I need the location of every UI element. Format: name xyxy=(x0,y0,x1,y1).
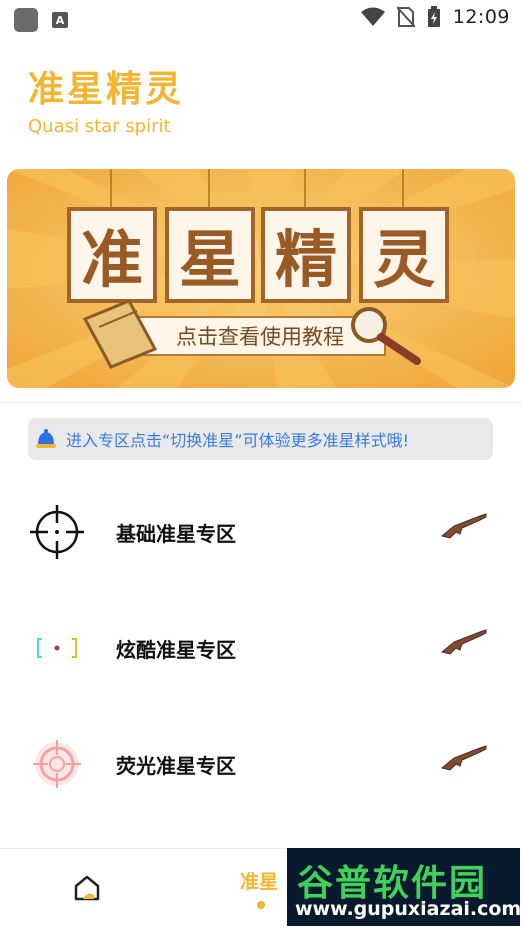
crosshair-cool-icon xyxy=(37,638,77,658)
app-notification-icon xyxy=(14,8,38,32)
banner-art: 准 星 精 灵 点击查看使用教程 xyxy=(7,169,515,388)
status-bar: A 12:09 xyxy=(0,0,522,36)
banner-letter-1: 准 xyxy=(81,223,143,296)
zone-label: 基础准星专区 xyxy=(116,522,236,546)
home-icon[interactable] xyxy=(72,873,102,903)
banner-letter-3: 精 xyxy=(275,223,337,296)
bell-icon xyxy=(36,429,56,448)
banner-caption: 点击查看使用教程 xyxy=(176,325,344,349)
watermark: 谷普软件园 www.gupuxiazai.com xyxy=(287,848,522,926)
rifle-icon xyxy=(440,629,487,655)
crosshair-neon-icon xyxy=(33,740,81,788)
zone-row-cool[interactable]: 炫酷准星专区 xyxy=(0,604,522,694)
watermark-url: www.gupuxiazai.com xyxy=(295,898,522,920)
a-notification-icon: A xyxy=(52,12,68,28)
no-sim-icon xyxy=(396,6,415,28)
zone-row-neon[interactable]: 荧光准星专区 xyxy=(0,720,522,810)
page-title: 准星精灵 xyxy=(28,69,185,110)
zone-label: 荧光准星专区 xyxy=(116,754,236,778)
tutorial-banner[interactable]: 准 星 精 灵 点击查看使用教程 xyxy=(7,169,515,388)
rifle-icon xyxy=(440,745,487,771)
battery-charging-icon xyxy=(427,6,440,27)
app-header: 准星精灵 Quasi star spirit xyxy=(28,69,185,138)
wifi-icon xyxy=(360,7,385,26)
notice-text: 进入专区点击“切换准星”可体验更多准星样式哦! xyxy=(66,431,409,450)
banner-letter-2: 星 xyxy=(179,223,241,296)
crosshair-basic-icon xyxy=(30,505,84,559)
zone-row-basic[interactable]: 基础准星专区 xyxy=(0,488,522,578)
clock: 12:09 xyxy=(452,6,510,28)
tab-crosshair[interactable]: 准星 xyxy=(240,867,278,894)
zone-label: 炫酷准星专区 xyxy=(116,638,236,662)
divider xyxy=(0,402,522,403)
page-subtitle: Quasi star spirit xyxy=(28,116,171,137)
active-tab-indicator xyxy=(257,901,265,909)
tip-notice: 进入专区点击“切换准星”可体验更多准星样式哦! xyxy=(28,418,493,460)
banner-letter-4: 灵 xyxy=(373,223,435,296)
rifle-icon xyxy=(440,513,487,539)
